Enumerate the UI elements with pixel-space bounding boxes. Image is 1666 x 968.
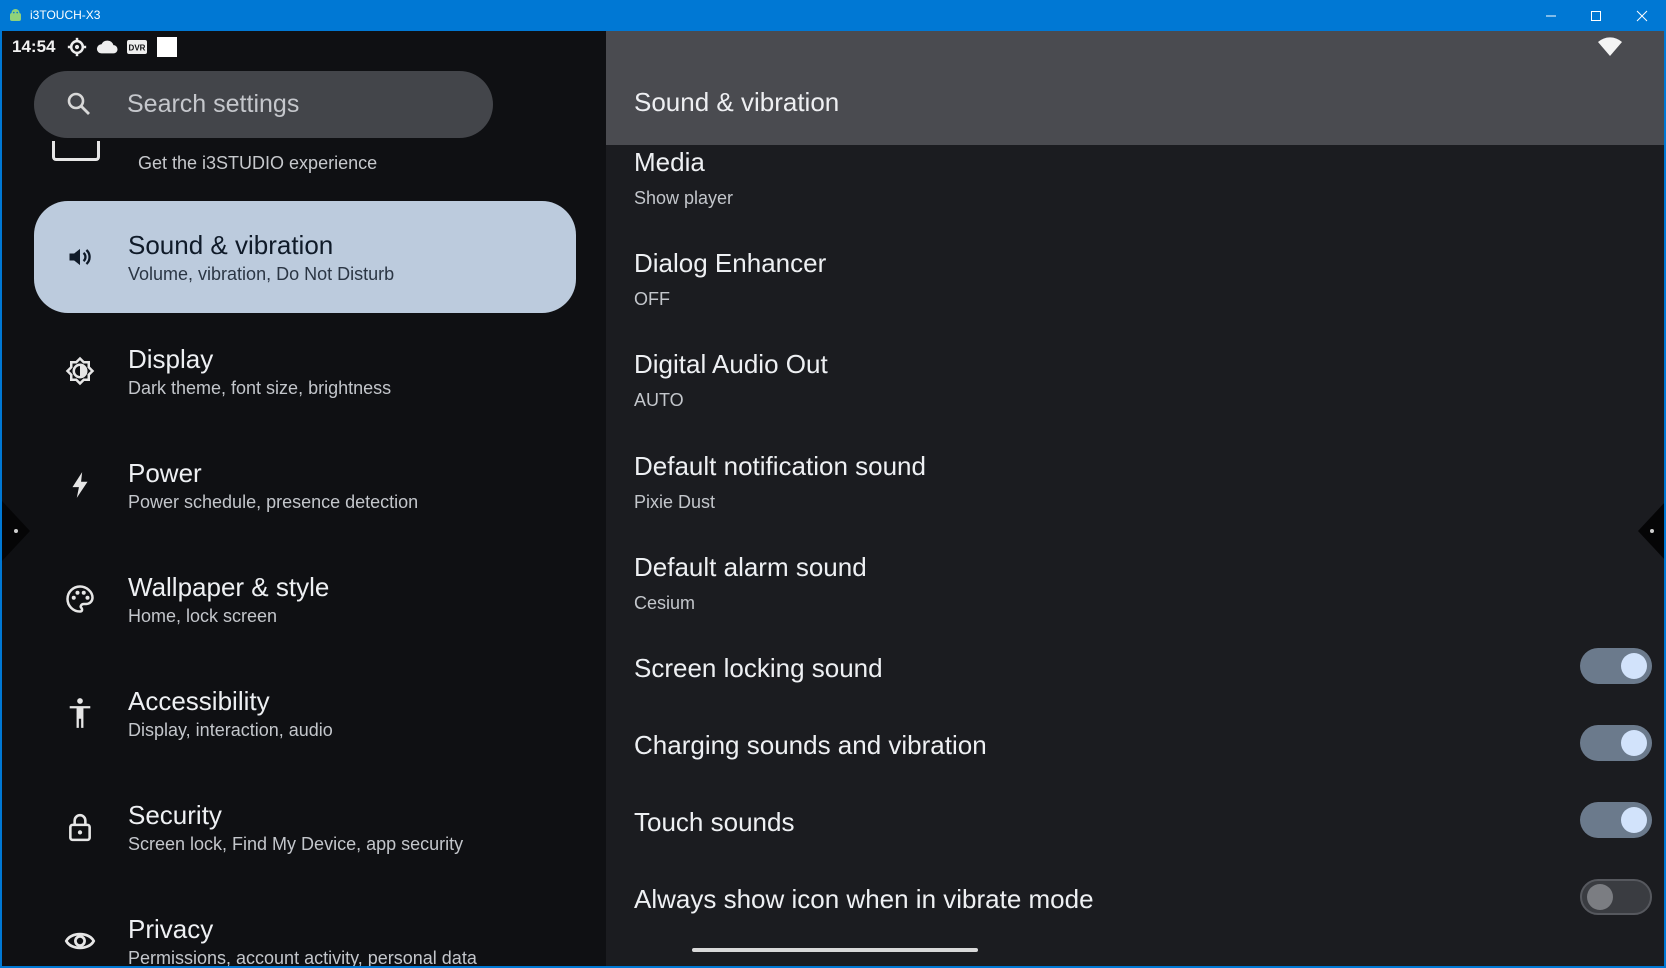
vibrate-icon-toggle[interactable]: [1580, 879, 1652, 915]
pref-media[interactable]: Media Show player: [634, 147, 733, 209]
maximize-button[interactable]: [1573, 0, 1619, 31]
gear-icon: [66, 36, 88, 58]
edge-handle-left[interactable]: [2, 501, 30, 561]
cloud-icon: [96, 36, 118, 58]
window-title: i3TOUCH-X3: [30, 8, 101, 22]
sidebar-item-title: Security: [128, 800, 222, 830]
square-icon: [156, 36, 178, 58]
accessibility-icon: [64, 697, 96, 729]
search-icon: [67, 92, 90, 115]
sidebar-item-sound-vibration[interactable]: Sound & vibration Volume, vibration, Do …: [34, 201, 576, 313]
pref-screen-locking-sound[interactable]: Screen locking sound: [634, 653, 883, 684]
sidebar-item-privacy[interactable]: Privacy Permissions, account activity, p…: [34, 885, 576, 968]
toggle-knob: [1621, 807, 1647, 833]
pref-title: Screen locking sound: [634, 653, 883, 683]
brightness-icon: [64, 355, 96, 387]
lock-icon: [64, 811, 96, 843]
sidebar-item-subtitle: Home, lock screen: [128, 606, 278, 626]
minimize-button[interactable]: [1528, 0, 1574, 31]
sidebar-item-subtitle: Display, interaction, audio: [128, 720, 333, 740]
settings-sidebar: 14:54 DVR Get the i3STUDIO experience: [2, 31, 606, 968]
dvr-icon: DVR: [126, 36, 148, 58]
toggle-knob: [1621, 730, 1647, 756]
sidebar-item-accessibility[interactable]: Accessibility Display, interaction, audi…: [34, 657, 576, 769]
close-button[interactable]: [1619, 0, 1665, 31]
detail-header: Sound & vibration: [606, 31, 1664, 145]
charging-sounds-toggle[interactable]: [1580, 725, 1652, 761]
sidebar-item-subtitle: Power schedule, presence detection: [128, 492, 419, 512]
sidebar-item-security[interactable]: Security Screen lock, Find My Device, ap…: [34, 771, 576, 883]
pref-touch-sounds[interactable]: Touch sounds: [634, 807, 794, 838]
sidebar-item-title: Display: [128, 344, 214, 374]
window-titlebar: i3TOUCH-X3: [0, 0, 1666, 31]
i3studio-icon: [52, 141, 100, 161]
speaker-icon: [64, 241, 96, 273]
i3studio-item-subtitle[interactable]: Get the i3STUDIO experience: [138, 153, 377, 174]
detail-pane: Sound & vibration Media Show player Dial…: [606, 31, 1664, 966]
status-time: 14:54: [12, 37, 56, 56]
minimize-icon: [1546, 15, 1556, 16]
close-icon: [1636, 10, 1648, 21]
sidebar-item-subtitle: Dark theme, font size, brightness: [128, 378, 392, 398]
bolt-icon: [64, 469, 96, 501]
sidebar-item-title: Power: [128, 458, 202, 488]
pref-dialog-enhancer[interactable]: Dialog Enhancer OFF: [634, 248, 826, 310]
screen-locking-sound-toggle[interactable]: [1580, 648, 1652, 684]
palette-icon: [64, 583, 96, 615]
pref-subtitle: OFF: [634, 289, 670, 309]
status-icons: DVR: [66, 36, 178, 58]
pref-title: Dialog Enhancer: [634, 248, 827, 278]
toggle-knob: [1621, 653, 1647, 679]
svg-text:DVR: DVR: [129, 44, 146, 53]
pref-title: Media: [634, 147, 705, 177]
wifi-icon: [1598, 37, 1622, 56]
pref-subtitle: AUTO: [634, 390, 684, 410]
sidebar-item-title: Sound & vibration: [128, 230, 334, 260]
pref-title: Touch sounds: [634, 807, 795, 837]
pref-title: Default notification sound: [634, 451, 926, 481]
pref-title: Charging sounds and vibration: [634, 730, 987, 760]
sidebar-item-title: Privacy: [128, 914, 214, 944]
pref-default-notification-sound[interactable]: Default notification sound Pixie Dust: [634, 451, 926, 513]
touch-sounds-toggle[interactable]: [1580, 802, 1652, 838]
pref-subtitle: Pixie Dust: [634, 492, 716, 512]
maximize-icon: [1591, 10, 1601, 21]
search-bar[interactable]: [34, 71, 493, 138]
sidebar-item-title: Accessibility: [128, 686, 270, 716]
sidebar-item-subtitle: Screen lock, Find My Device, app securit…: [128, 834, 464, 854]
pref-digital-audio-out[interactable]: Digital Audio Out AUTO: [634, 349, 828, 411]
pref-title: Default alarm sound: [634, 552, 867, 582]
toggle-knob: [1587, 884, 1613, 910]
sidebar-item-display[interactable]: Display Dark theme, font size, brightnes…: [34, 315, 576, 427]
pref-default-alarm-sound[interactable]: Default alarm sound Cesium: [634, 552, 867, 614]
edge-handle-right[interactable]: [1638, 501, 1666, 561]
search-input[interactable]: [127, 83, 467, 125]
sidebar-item-power[interactable]: Power Power schedule, presence detection: [34, 429, 576, 541]
eye-icon: [64, 925, 96, 957]
sidebar-item-wallpaper-style[interactable]: Wallpaper & style Home, lock screen: [34, 543, 576, 655]
pref-charging-sounds[interactable]: Charging sounds and vibration: [634, 730, 987, 761]
sidebar-item-title: Wallpaper & style: [128, 572, 330, 602]
pref-subtitle: Show player: [634, 188, 734, 208]
pref-vibrate-icon[interactable]: Always show icon when in vibrate mode: [634, 884, 1094, 915]
sidebar-item-subtitle: Volume, vibration, Do Not Disturb: [128, 264, 395, 284]
pref-title: Always show icon when in vibrate mode: [634, 884, 1094, 914]
sidebar-item-subtitle: Permissions, account activity, personal …: [128, 948, 477, 968]
pref-title: Digital Audio Out: [634, 349, 828, 379]
android-app-icon: [10, 9, 21, 21]
page-title: Sound & vibration: [634, 87, 840, 117]
pref-subtitle: Cesium: [634, 593, 696, 613]
android-screen: 14:54 DVR Get the i3STUDIO experience: [0, 31, 1666, 968]
gesture-home-bar[interactable]: [692, 948, 978, 952]
